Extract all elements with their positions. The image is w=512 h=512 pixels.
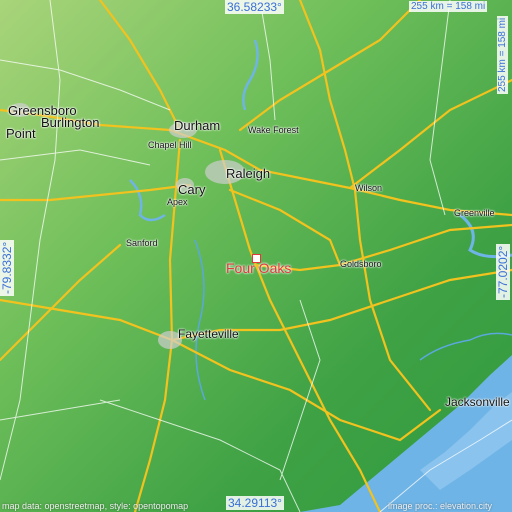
city-label-chapel-hill: Chapel Hill xyxy=(148,140,192,150)
scale-vertical: 255 km = 158 mi xyxy=(497,15,508,94)
scale-horizontal: 255 km = 158 mi xyxy=(409,1,488,12)
city-label-goldsboro: Goldsboro xyxy=(340,259,382,269)
map-credit: map data: openstreetmap, style: opentopo… xyxy=(2,501,189,511)
focus-place-label: Four Oaks xyxy=(226,260,292,276)
coord-bottom: 34.29113° xyxy=(226,496,284,510)
city-label-raleigh: Raleigh xyxy=(226,166,271,181)
city-label-burlington: Burlington xyxy=(41,115,100,130)
city-label-wilson: Wilson xyxy=(355,183,383,193)
city-label-jacksonville: Jacksonville xyxy=(445,395,510,409)
coord-top: 36.58233° xyxy=(225,0,284,14)
coord-right: -77.0202° xyxy=(496,243,510,300)
elevation-map[interactable]: Greensboro Burlington Point Durham Wake … xyxy=(0,0,512,512)
city-label-durham: Durham xyxy=(174,118,221,133)
city-label-wake-forest: Wake Forest xyxy=(248,125,299,135)
city-label-point: Point xyxy=(6,126,36,141)
city-label-cary: Cary xyxy=(178,182,206,197)
image-credit: image proc.: elevation.city xyxy=(388,501,493,511)
city-label-sanford: Sanford xyxy=(126,238,158,248)
city-label-fayetteville: Fayetteville xyxy=(178,327,239,341)
city-label-apex: Apex xyxy=(167,197,188,207)
city-label-greenville: Greenville xyxy=(454,208,495,218)
coord-left: -79.8332° xyxy=(0,239,14,296)
